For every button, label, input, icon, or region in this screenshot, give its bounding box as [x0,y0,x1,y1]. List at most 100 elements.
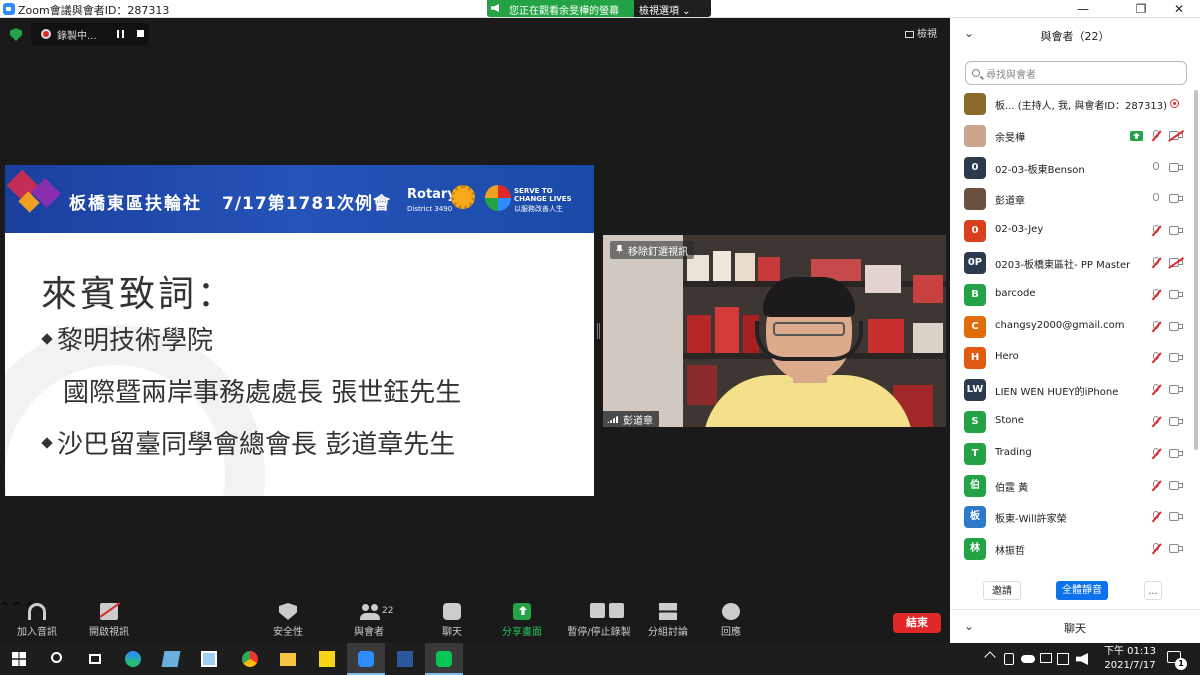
invite-button[interactable]: 邀請 [983,581,1021,600]
mic-muted-icon[interactable] [1151,415,1162,428]
system-tray [0,643,1200,675]
recording-indicator-icon [1170,99,1179,108]
mic-muted-icon[interactable] [1151,288,1162,300]
unpin-video-button[interactable]: 移除釘選視訊 [610,241,694,259]
participant-name: 林振哲 [995,546,1025,558]
participant-row[interactable]: Bbarcode [950,279,1194,311]
video-camera-icon[interactable] [1169,448,1183,458]
viewing-text: 您正在觀看余旻樺的螢幕 [509,6,619,17]
video-camera-icon[interactable] [1169,162,1183,172]
participant-row[interactable]: 伯伯霆 黃 [950,470,1194,502]
video-camera-icon[interactable] [1169,194,1183,204]
reactions-button[interactable]: 回應 [709,603,753,638]
participant-row[interactable]: 板板東-Will許家榮 [950,501,1194,533]
video-camera-icon[interactable] [1169,321,1183,331]
participant-row[interactable]: 余旻樺 [950,120,1194,152]
mic-muted-icon[interactable] [1151,479,1162,491]
mic-muted-icon[interactable] [1151,256,1162,269]
video-off-icon[interactable] [1168,129,1184,142]
chat-icon [443,603,461,620]
video-name-label: 彭道章 [603,411,659,427]
pin-icon [616,245,623,254]
taskbar-clock[interactable]: 下午 01:13 2021/7/17 [1100,645,1160,673]
chat-button[interactable]: 聊天 [430,603,474,638]
participants-icon [360,603,380,620]
start-video-button[interactable]: 開啟視訊 [87,602,131,638]
mic-muted-icon[interactable] [1151,352,1162,364]
video-camera-icon[interactable] [1169,353,1183,363]
mic-muted-icon[interactable] [1151,511,1162,523]
breakout-rooms-button[interactable]: 分組討論 [646,603,690,638]
splitter-handle[interactable] [597,323,600,339]
participant-row[interactable]: 0 02-03-Jey [950,215,1194,247]
video-camera-icon[interactable] [1169,512,1183,522]
participant-avatar: LW [964,379,986,402]
security-button[interactable]: 安全性 [266,603,310,638]
volume-icon[interactable] [1076,653,1088,665]
mic-icon[interactable] [1152,193,1160,204]
encryption-shield-icon[interactable] [10,28,22,41]
participant-row[interactable]: H Hero [950,342,1194,374]
input-method-icon[interactable] [1057,653,1069,665]
clock-date: 2021/7/17 [1104,660,1156,671]
participant-list-scrollbar[interactable] [1194,90,1198,450]
view-button[interactable]: 檢視 [905,25,937,40]
video-tile[interactable]: 移除釘選視訊 彭道章 [603,235,946,427]
grid-view-icon [905,30,914,38]
video-camera-icon[interactable] [1169,416,1183,426]
participant-row[interactable]: 0 02-03-板東Benson [950,152,1194,184]
pause-recording-icon[interactable] [117,30,124,38]
video-camera-icon[interactable] [1169,480,1183,490]
more-options-button[interactable]: ... [1144,581,1162,600]
onedrive-cloud-icon[interactable] [1021,655,1035,663]
mute-all-button[interactable]: 全體靜音 [1056,581,1108,600]
mic-muted-icon[interactable] [1151,384,1162,396]
serve-text-2: CHANGE LIVES [514,195,572,203]
club-logo [6,167,75,219]
recording-indicator: 錄製中... [31,23,149,45]
participant-row[interactable]: S Stone [950,406,1194,438]
network-icon[interactable] [1040,653,1052,663]
participant-list: 板... (主持人, 我, 與會者ID：287313) 余旻樺 0 02-03-板東B… [950,88,1194,565]
participant-row[interactable]: T Trading [950,438,1194,470]
video-camera-icon[interactable] [1169,289,1183,299]
video-camera-icon[interactable] [1169,226,1183,236]
clock-time: 下午 01:13 [1104,646,1156,657]
reactions-icon [722,603,740,620]
video-off-icon[interactable] [1168,256,1184,269]
participant-search-input[interactable]: 尋找與會者 [965,61,1187,85]
participant-avatar [964,124,986,147]
video-camera-icon[interactable] [1169,544,1183,554]
view-options-button[interactable]: 檢視選項 ⌄ [639,2,691,17]
mic-muted-icon[interactable] [1151,320,1162,332]
join-audio-button[interactable]: 加入音訊 [15,603,59,638]
participant-row[interactable]: 林林振哲 [950,533,1194,565]
show-hidden-icons-icon[interactable] [984,651,996,663]
end-meeting-button[interactable]: 結束 [893,613,941,633]
participant-row[interactable]: 板... (主持人, 我, 與會者ID：287313) [950,88,1194,120]
participants-panel: ⌄ 與會者（22） 尋找與會者 板... (主持人, 我, 與會者ID：2873… [950,18,1200,643]
participants-title: 與會者（22） [1040,30,1110,43]
minimize-button[interactable]: — [1060,0,1106,18]
share-screen-button[interactable]: 分享畫面 [498,603,546,638]
chat-title: 聊天 [1064,622,1086,635]
close-button[interactable]: ✕ [1156,0,1200,18]
search-icon [972,69,980,77]
stop-recording-icon[interactable] [137,30,144,37]
mic-muted-icon[interactable] [1151,225,1162,237]
participant-row[interactable]: LW LIEN WEN HUEY的iPhone [950,374,1194,406]
rotary-wordmark: Rotary [407,187,456,202]
participant-row[interactable]: Cchangsy2000@gmail.com [950,311,1194,343]
pause-stop-recording-button[interactable]: 暫停/停止錄製 [563,603,635,638]
serve-text-3: 以服務改善人生 [514,205,563,213]
mic-muted-icon[interactable] [1151,543,1162,555]
recording-dot-icon [41,29,51,39]
video-camera-icon[interactable] [1169,385,1183,395]
mic-muted-icon[interactable] [1151,129,1162,142]
participant-row[interactable]: 0P 0203-板橋東區社- PP Master [950,247,1194,279]
device-icon[interactable] [1004,653,1014,665]
mic-icon[interactable] [1152,161,1160,173]
participant-row[interactable]: 彭道章 [950,183,1194,215]
audio-options-caret[interactable]: ^ [0,600,9,613]
mic-muted-icon[interactable] [1151,447,1162,459]
